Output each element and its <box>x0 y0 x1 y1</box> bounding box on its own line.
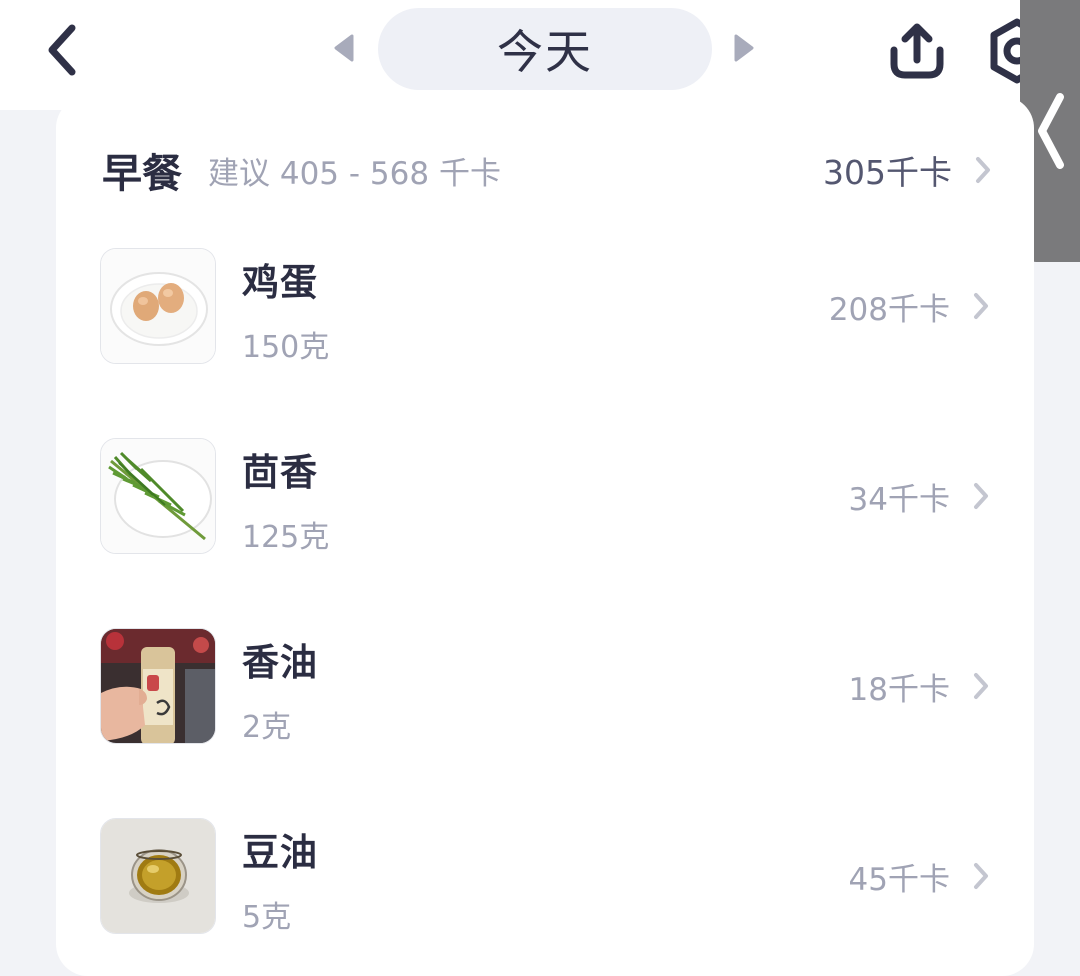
food-image-sesame-oil <box>100 628 216 744</box>
chevron-right-icon <box>974 155 992 185</box>
chevron-right-icon <box>972 481 990 511</box>
meal-total: 305千卡 <box>823 144 992 196</box>
food-name: 茴香 <box>242 451 318 494</box>
share-upload-icon <box>890 23 944 79</box>
share-button[interactable] <box>884 18 950 84</box>
food-calories: 18千卡 <box>849 664 990 708</box>
chevron-left-icon <box>48 24 76 76</box>
meal-header[interactable]: 早餐 建议 405 - 568 千卡 305千卡 <box>102 144 992 197</box>
chevron-right-icon <box>972 861 990 891</box>
food-calories-value: 45千卡 <box>848 861 950 898</box>
triangle-left-icon <box>334 34 354 62</box>
chevron-right-icon <box>972 671 990 701</box>
food-calories: 208千卡 <box>829 284 990 328</box>
food-calories-value: 208千卡 <box>828 291 950 328</box>
food-name: 鸡蛋 <box>242 261 318 304</box>
food-calories: 34千卡 <box>849 474 990 518</box>
top-bar: 今天 <box>0 0 1080 110</box>
meal-title: 早餐 <box>102 151 182 197</box>
food-row-fennel[interactable]: 茴香 125克 34千卡 <box>100 438 990 556</box>
food-amount: 125克 <box>242 520 330 555</box>
food-image-egg <box>100 248 216 364</box>
food-calories: 45千卡 <box>849 854 990 898</box>
food-amount: 2克 <box>242 710 292 745</box>
meal-total-value: 305千卡 <box>823 153 952 192</box>
food-name: 豆油 <box>242 831 318 874</box>
food-calories-value: 18千卡 <box>848 671 950 708</box>
food-image-soybean-oil <box>100 818 216 934</box>
chevron-right-icon <box>972 291 990 321</box>
chevron-left-icon <box>1038 93 1064 169</box>
triangle-right-icon <box>734 34 754 62</box>
food-row-egg[interactable]: 鸡蛋 150克 208千卡 <box>100 248 990 366</box>
date-label: 今天 <box>497 25 593 79</box>
next-day-button[interactable] <box>730 30 758 66</box>
food-image-fennel <box>100 438 216 554</box>
food-name: 香油 <box>242 641 318 684</box>
date-selector[interactable]: 今天 <box>378 8 712 90</box>
meal-card: 早餐 建议 405 - 568 千卡 305千卡 鸡蛋 150克 208千卡 茴… <box>56 96 1034 976</box>
food-calories-value: 34千卡 <box>848 481 950 518</box>
back-button[interactable] <box>30 18 94 82</box>
previous-day-button[interactable] <box>330 30 358 66</box>
food-amount: 5克 <box>242 900 292 935</box>
food-row-sesame-oil[interactable]: 香油 2克 18千卡 <box>100 628 990 746</box>
food-amount: 150克 <box>242 330 330 365</box>
food-row-soybean-oil[interactable]: 豆油 5克 45千卡 <box>100 818 990 936</box>
meal-suggestion: 建议 405 - 568 千卡 <box>208 155 501 192</box>
